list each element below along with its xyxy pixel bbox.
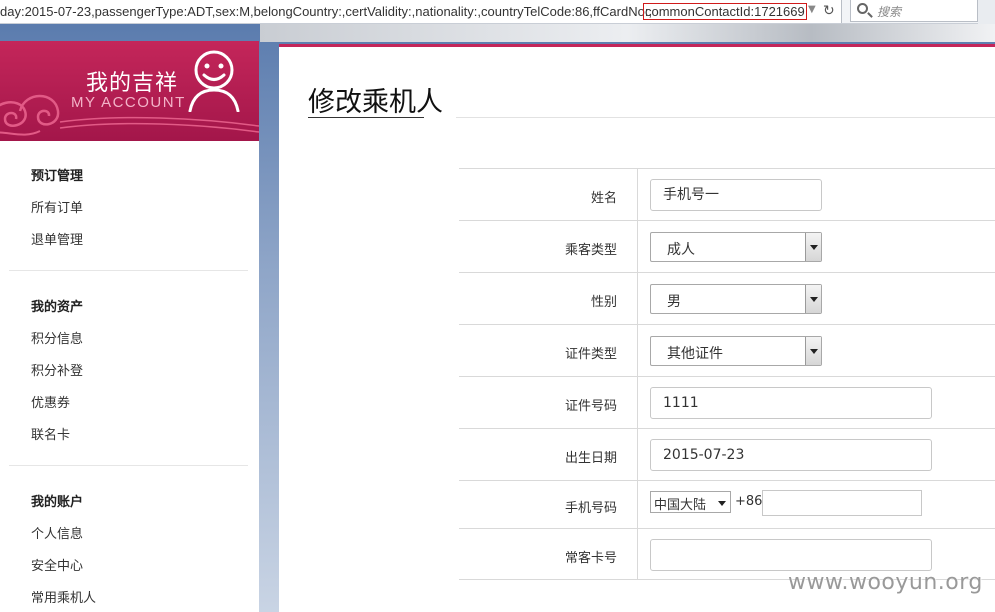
nav-divider [9,465,248,466]
nav-item-all-orders[interactable]: 所有订单 [31,197,83,216]
banner-title: 我的吉祥 [86,71,179,96]
nav-item-refunds[interactable]: 退单管理 [31,229,83,248]
form-row-birth-date: 出生日期 2015-07-23 [459,428,995,480]
toolbar-edge [978,0,995,24]
chevron-down-icon[interactable] [805,285,821,313]
row-divider [637,221,638,272]
gender-value: 男 [667,294,681,310]
phone-label: 手机号码 [564,501,617,516]
gender-select[interactable]: 男 [650,284,822,314]
ff-card-input[interactable] [650,539,932,571]
nav-item-points-claim[interactable]: 积分补登 [31,360,83,379]
id-number-label: 证件号码 [564,399,617,414]
phone-input[interactable] [762,490,922,516]
form-row-gender: 性别 男 [459,272,995,324]
nav-item-cobrand-card[interactable]: 联名卡 [31,424,70,443]
search-placeholder: 搜索 [877,5,902,19]
form-row-phone: 手机号码 中国大陆 +86 [459,480,995,528]
form-row-name: 姓名 手机号一 [459,168,995,220]
chevron-down-icon [718,501,726,506]
form-row-id-number: 证件号码 1111 [459,376,995,428]
chevron-down-icon[interactable] [805,233,821,261]
passenger-type-select[interactable]: 成人 [650,232,822,262]
row-divider [637,429,638,480]
row-divider [637,325,638,376]
passenger-type-value: 成人 [667,242,695,258]
nav-heading-account: 我的账户 [31,495,84,510]
country-value: 中国大陆 [654,498,707,513]
banner-line-decoration [59,116,259,133]
nav-item-coupons[interactable]: 优惠券 [31,392,70,411]
country-select[interactable]: 中国大陆 [650,491,731,513]
nav-divider [9,270,248,271]
id-type-value: 其他证件 [667,346,723,362]
browser-toolbar: day:2015-07-23,passengerType:ADT,sex:M,b… [0,0,995,24]
gender-label: 性别 [590,295,617,310]
name-input[interactable]: 手机号一 [650,179,822,211]
title-underline [308,117,424,118]
name-label: 姓名 [590,191,617,206]
main-content: 修改乘机人 姓名 手机号一 乘客类型 成人 性别 男 证件类型 其他证件 证件号… [279,44,995,612]
id-number-input[interactable]: 1111 [650,387,932,419]
url-text: day:2015-07-23,passengerType:ADT,sex:M,b… [0,4,653,19]
row-divider [637,529,638,579]
search-input[interactable]: 搜索 [850,0,978,22]
user-smiley-icon [188,50,240,112]
banner-subtitle: MY ACCOUNT [71,94,186,111]
watermark: www.wooyun.org [788,570,983,595]
search-icon [857,3,868,14]
nav-item-security-center[interactable]: 安全中心 [31,555,83,574]
nav-item-frequent-passengers[interactable]: 常用乘机人 [31,587,96,606]
form-row-id-type: 证件类型 其他证件 [459,324,995,376]
title-rule [456,117,995,118]
nav-item-points-info[interactable]: 积分信息 [31,328,83,347]
id-type-select[interactable]: 其他证件 [650,336,822,366]
address-bar[interactable]: day:2015-07-23,passengerType:ADT,sex:M,b… [0,0,842,23]
nav-heading-booking: 预订管理 [31,169,84,184]
nav-item-personal-info[interactable]: 个人信息 [31,523,83,542]
birth-date-label: 出生日期 [564,451,617,466]
chevron-down-icon[interactable] [805,337,821,365]
row-divider [637,377,638,428]
url-dropdown-icon[interactable]: ▼ [808,4,816,15]
country-code: +86 [735,494,763,509]
passenger-type-label: 乘客类型 [564,243,617,258]
account-banner: 我的吉祥 MY ACCOUNT [0,41,259,141]
url-highlighted-param: commonContactId:1721669 [643,3,807,20]
id-type-label: 证件类型 [564,347,617,362]
row-divider [637,169,638,220]
birth-date-input[interactable]: 2015-07-23 [650,439,932,471]
nav-heading-assets: 我的资产 [31,300,84,315]
header-stripe [260,24,995,42]
reload-icon[interactable]: ↻ [823,3,835,19]
row-divider [637,481,638,528]
page-title: 修改乘机人 [308,87,443,118]
ff-card-label: 常客卡号 [564,551,617,566]
row-divider [637,273,638,324]
form-row-passenger-type: 乘客类型 成人 [459,220,995,272]
sidebar: 我的吉祥 MY ACCOUNT 预订管理 所有订单 退单管理 我的资产 积分信息… [0,41,259,612]
